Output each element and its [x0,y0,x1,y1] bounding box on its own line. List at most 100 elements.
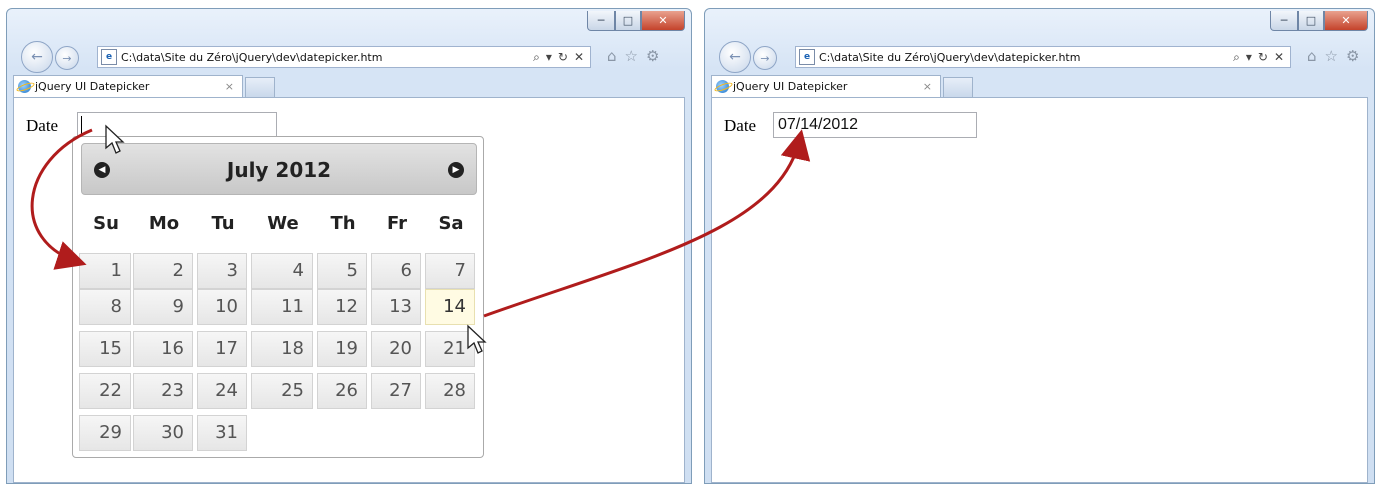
day-cell[interactable]: 3 [197,253,247,289]
page-icon: e [101,49,117,65]
day-cell[interactable]: 10 [197,289,247,325]
day-cell[interactable]: 16 [133,331,193,367]
address-url: C:\data\Site du Zéro\jQuery\dev\datepick… [121,50,383,64]
day-cell[interactable]: 23 [133,373,193,409]
day-cell[interactable]: 2 [133,253,193,289]
forward-arrow-icon: → [760,51,770,65]
datepicker-title: July 2012 [226,158,332,182]
home-icon[interactable]: ⌂ [1307,47,1317,65]
close-button[interactable]: ✕ [641,11,685,31]
forward-button[interactable]: → [753,46,777,70]
navigation-bar: ← → e C:\data\Site du Zéro\jQuery\dev\da… [15,41,683,73]
maximize-button[interactable]: □ [1298,11,1324,31]
window-controls: ─ □ ✕ [587,11,685,31]
weekday-header: Th [330,213,356,234]
text-caret [81,116,82,134]
address-url: C:\data\Site du Zéro\jQuery\dev\datepick… [819,50,1081,64]
close-button[interactable]: ✕ [1324,11,1368,31]
tab-datepicker[interactable]: jQuery UI Datepicker × [711,75,941,97]
favorites-icon[interactable]: ☆ [1325,47,1338,65]
day-cell[interactable]: 1 [79,253,131,289]
new-tab-button[interactable] [245,77,275,97]
day-cell[interactable]: 25 [251,373,313,409]
minimize-button[interactable]: ─ [1270,11,1298,31]
weekday-header: Fr [386,213,408,234]
tab-strip: jQuery UI Datepicker × [13,75,685,97]
day-cell[interactable]: 9 [133,289,193,325]
refresh-icon[interactable]: ↻ [558,50,568,65]
date-input[interactable]: 07/14/2012 [773,112,977,138]
favorites-icon[interactable]: ☆ [625,47,638,65]
search-icon[interactable]: ⌕ [533,50,540,65]
day-cell[interactable]: 31 [197,415,247,451]
day-cell[interactable]: 14 [425,289,475,325]
day-cell[interactable]: 29 [79,415,131,451]
datepicker-header: ◀ July 2012 ▶ [81,143,477,195]
tab-strip: jQuery UI Datepicker × [711,75,1368,97]
weekday-header: Mo [148,213,180,234]
page-content: Date 07/14/2012 [711,97,1368,483]
gear-icon[interactable]: ⚙ [1346,47,1359,65]
dropdown-icon[interactable]: ▾ [1246,50,1252,65]
day-cell[interactable]: 6 [371,253,421,289]
search-icon[interactable]: ⌕ [1233,50,1240,65]
date-input[interactable] [77,112,277,138]
toolbar-icons: ⌂ ☆ ⚙ [607,47,659,65]
browser-window-right: ─ □ ✕ ← → e C:\data\Site du Zéro\jQuery\… [704,8,1375,484]
home-icon[interactable]: ⌂ [607,47,617,65]
back-button[interactable]: ← [21,41,53,73]
weekday-header: Sa [438,213,464,234]
refresh-icon[interactable]: ↻ [1258,50,1268,65]
address-bar[interactable]: e C:\data\Site du Zéro\jQuery\dev\datepi… [97,46,591,68]
day-cell[interactable]: 13 [371,289,421,325]
forward-arrow-icon: → [62,51,72,65]
navigation-bar: ← → e C:\data\Site du Zéro\jQuery\dev\da… [713,41,1366,73]
tab-close-icon[interactable]: × [225,80,234,93]
maximize-button[interactable]: □ [615,11,641,31]
weekday-header: Su [93,213,119,234]
day-cell[interactable]: 30 [133,415,193,451]
day-cell[interactable]: 22 [79,373,131,409]
back-arrow-icon: ← [31,49,43,65]
day-cell[interactable]: 7 [425,253,475,289]
day-cell[interactable]: 27 [371,373,421,409]
day-cell[interactable]: 26 [317,373,367,409]
weekday-header: Tu [211,213,235,234]
window-controls: ─ □ ✕ [1270,11,1368,31]
day-cell[interactable]: 24 [197,373,247,409]
forward-button[interactable]: → [55,46,79,70]
address-bar[interactable]: e C:\data\Site du Zéro\jQuery\dev\datepi… [795,46,1291,68]
tab-label: jQuery UI Datepicker [733,80,848,93]
day-cell[interactable]: 21 [425,331,475,367]
ie-icon [716,80,729,93]
day-cell[interactable]: 28 [425,373,475,409]
back-arrow-icon: ← [729,49,741,65]
day-cell[interactable]: 4 [251,253,313,289]
day-cell[interactable]: 5 [317,253,367,289]
stop-icon[interactable]: ✕ [574,50,584,65]
stop-icon[interactable]: ✕ [1274,50,1284,65]
date-label: Date [26,116,59,135]
gear-icon[interactable]: ⚙ [646,47,659,65]
day-cell[interactable]: 18 [251,331,313,367]
day-cell[interactable]: 17 [197,331,247,367]
minimize-button[interactable]: ─ [587,11,615,31]
day-cell[interactable]: 20 [371,331,421,367]
back-button[interactable]: ← [719,41,751,73]
dropdown-icon[interactable]: ▾ [546,50,552,65]
ie-icon [18,80,31,93]
day-cell[interactable]: 19 [317,331,367,367]
day-cell[interactable]: 15 [79,331,131,367]
page-icon: e [799,49,815,65]
weekday-header: We [267,213,299,234]
toolbar-icons: ⌂ ☆ ⚙ [1307,47,1359,65]
next-month-icon[interactable]: ▶ [448,162,464,178]
day-cell[interactable]: 11 [251,289,313,325]
day-cell[interactable]: 12 [317,289,367,325]
day-cell[interactable]: 8 [79,289,131,325]
date-label: Date [724,116,757,135]
tab-label: jQuery UI Datepicker [35,80,150,93]
new-tab-button[interactable] [943,77,973,97]
tab-close-icon[interactable]: × [923,80,932,93]
tab-datepicker[interactable]: jQuery UI Datepicker × [13,75,243,97]
